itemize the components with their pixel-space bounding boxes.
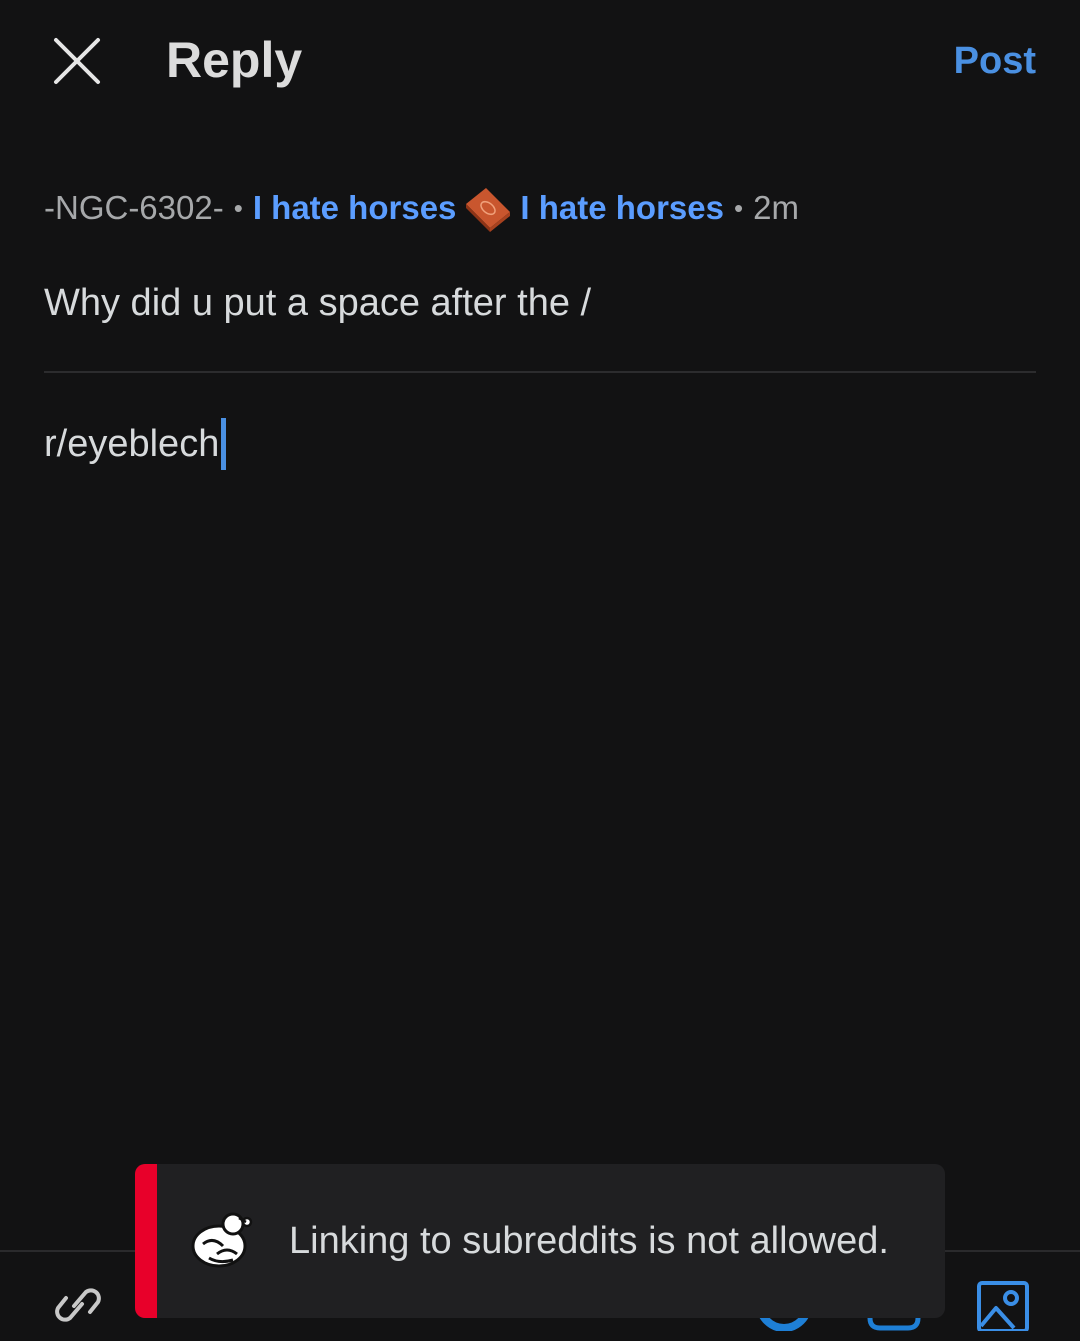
image-upload-button[interactable] <box>976 1280 1030 1336</box>
reply-text-input[interactable]: r/eyeblech <box>44 418 227 470</box>
text-caret <box>221 418 227 470</box>
close-icon <box>54 38 100 84</box>
comment-username[interactable]: -NGC-6302- <box>44 189 224 227</box>
close-button[interactable] <box>44 28 110 94</box>
user-flair-text-secondary: I hate horses <box>520 189 724 226</box>
page-title: Reply <box>166 32 303 88</box>
toast-accent-bar <box>135 1164 157 1318</box>
image-icon <box>977 1281 1029 1333</box>
toast-message: Linking to subreddits is not allowed. <box>289 1219 889 1262</box>
user-flair-text: I hate horses <box>252 189 457 226</box>
reply-text-value: r/eyeblech <box>44 423 220 465</box>
brick-icon <box>466 188 511 232</box>
comment-timestamp: 2m <box>753 189 799 226</box>
post-button[interactable]: Post <box>954 36 1036 86</box>
parent-comment-meta: -NGC-6302- • I hate horses I hate horses… <box>44 184 799 232</box>
parent-comment-body: Why did u put a space after the / <box>44 282 592 324</box>
link-icon <box>55 1288 101 1322</box>
top-bar: Reply Post <box>0 0 1080 130</box>
snoo-mascot-icon <box>191 1212 253 1268</box>
meta-separator: • <box>233 192 243 223</box>
error-toast: Linking to subreddits is not allowed. <box>135 1164 945 1318</box>
divider <box>44 371 1036 373</box>
meta-separator-2: • <box>733 192 744 223</box>
link-button[interactable] <box>52 1276 104 1341</box>
